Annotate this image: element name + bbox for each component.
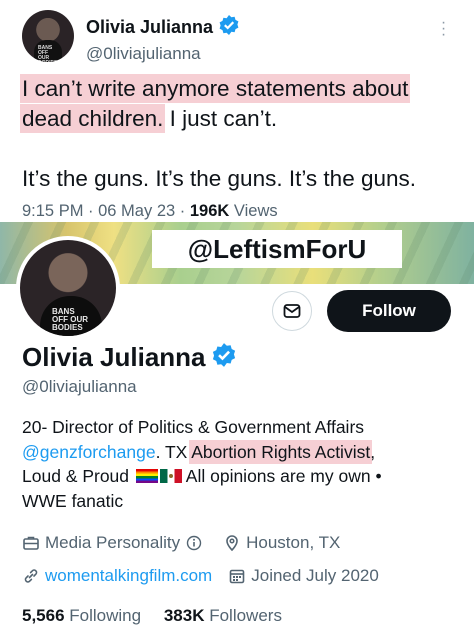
profile-website: womentalkingfilm.com: [22, 566, 212, 586]
tweet-plain-2: I just can’t.: [163, 106, 278, 131]
tweet-display-name[interactable]: Olivia Julianna: [86, 17, 213, 38]
profile-category-label: Media Personality: [45, 533, 181, 552]
tweet-meta: 9:15 PM · 06 May 23 · 196K Views: [22, 202, 278, 220]
tweet-date[interactable]: 06 May 23: [98, 202, 175, 220]
bio-line-3: Loud & Proud All opinions are my own •: [22, 464, 462, 489]
profile-joined: Joined July 2020: [228, 566, 379, 586]
location-pin-icon: [226, 535, 238, 552]
tweet-views-label: Views: [233, 202, 278, 220]
bio-line-3-end: All opinions are my own •: [181, 466, 382, 486]
profile-handle: @0liviajulianna: [22, 377, 137, 396]
profile-category: Media Personality: [22, 533, 207, 553]
tweet-highlight-1: I can’t write anymore statements about: [22, 76, 409, 101]
message-button[interactable]: [272, 291, 312, 331]
bio-line-2: @genzforchange. TX Abortion Rights Activ…: [22, 440, 462, 465]
followers-label: Followers: [209, 606, 282, 625]
profile-joined-label: Joined July 2020: [251, 566, 379, 585]
calendar-icon: [229, 569, 245, 584]
follow-button[interactable]: Follow: [327, 290, 451, 332]
tweet-handle[interactable]: @0liviajulianna: [86, 44, 240, 64]
tweet-name-row: Olivia Julianna: [86, 14, 240, 41]
rainbow-flag-icon: [135, 469, 158, 483]
following-count: 5,566: [22, 606, 65, 625]
followers-count: 383K: [163, 606, 205, 625]
profile-website-link[interactable]: womentalkingfilm.com: [45, 566, 212, 586]
profile-bio: 20- Director of Politics & Government Af…: [22, 415, 462, 513]
profile-meta-row-1: Media Personality Houston, TX: [22, 533, 356, 553]
bio-highlight: Abortion Rights Activist: [191, 441, 371, 462]
profile-avatar[interactable]: BANS OFF OUR BODIES: [16, 236, 120, 340]
tweet-time[interactable]: 9:15 PM: [22, 202, 83, 220]
bio-line-3-start: Loud & Proud: [22, 466, 134, 486]
tweet-text: I can’t write anymore statements about d…: [22, 74, 456, 194]
bio-mention-link[interactable]: @genzforchange: [22, 442, 156, 462]
profile-name-row: Olivia Julianna: [22, 342, 237, 373]
verified-badge-icon: [218, 14, 240, 41]
tweet-highlight-2: dead children.: [22, 106, 164, 131]
profile-display-name: Olivia Julianna: [22, 342, 206, 372]
watermark-text: @LeftismForU: [152, 230, 402, 268]
info-icon[interactable]: [186, 535, 202, 551]
tweet-avatar-shirt-text: BANS OFF OUR BODIES: [38, 45, 57, 63]
profile-avatar-shirt-text: BANS OFF OUR BODIES: [52, 307, 88, 332]
tweet-avatar[interactable]: BANS OFF OUR BODIES: [22, 10, 74, 62]
tweet-text-line-1: I can’t write anymore statements about: [22, 74, 456, 104]
mexico-flag-icon: [159, 469, 182, 483]
link-icon: [24, 569, 38, 583]
verified-badge-icon[interactable]: [211, 342, 237, 373]
bio-after-mention: . TX: [155, 441, 192, 462]
briefcase-icon: [23, 536, 39, 550]
more-options-icon[interactable]: · · ·: [440, 15, 446, 43]
following-label: Following: [69, 606, 142, 625]
profile-stats: 5,566 Following 383K Followers: [22, 606, 282, 626]
bio-line-4: WWE fanatic: [22, 490, 124, 511]
bio-after-highlight: ,: [370, 441, 376, 462]
mail-icon: [283, 304, 301, 318]
tweet-author: Olivia Julianna @0liviajulianna: [86, 10, 240, 64]
tweet-text-line-2: dead children. I just can’t.: [22, 104, 456, 134]
profile-meta-row-2: womentalkingfilm.com Joined July 2020: [22, 566, 395, 586]
followers-link[interactable]: 383K Followers: [164, 606, 282, 625]
tweet-header: BANS OFF OUR BODIES Olivia Julianna @0li…: [22, 10, 456, 64]
tweet-text-line-3: It’s the guns. It’s the guns. It’s the g…: [22, 166, 417, 191]
tweet: BANS OFF OUR BODIES Olivia Julianna @0li…: [0, 0, 474, 222]
bio-line-1: 20- Director of Politics & Government Af…: [22, 417, 365, 437]
following-link[interactable]: 5,566 Following: [22, 606, 141, 625]
tweet-views-count: 196K: [189, 202, 230, 220]
profile-location-label: Houston, TX: [246, 533, 341, 552]
profile-location: Houston, TX: [223, 533, 340, 553]
